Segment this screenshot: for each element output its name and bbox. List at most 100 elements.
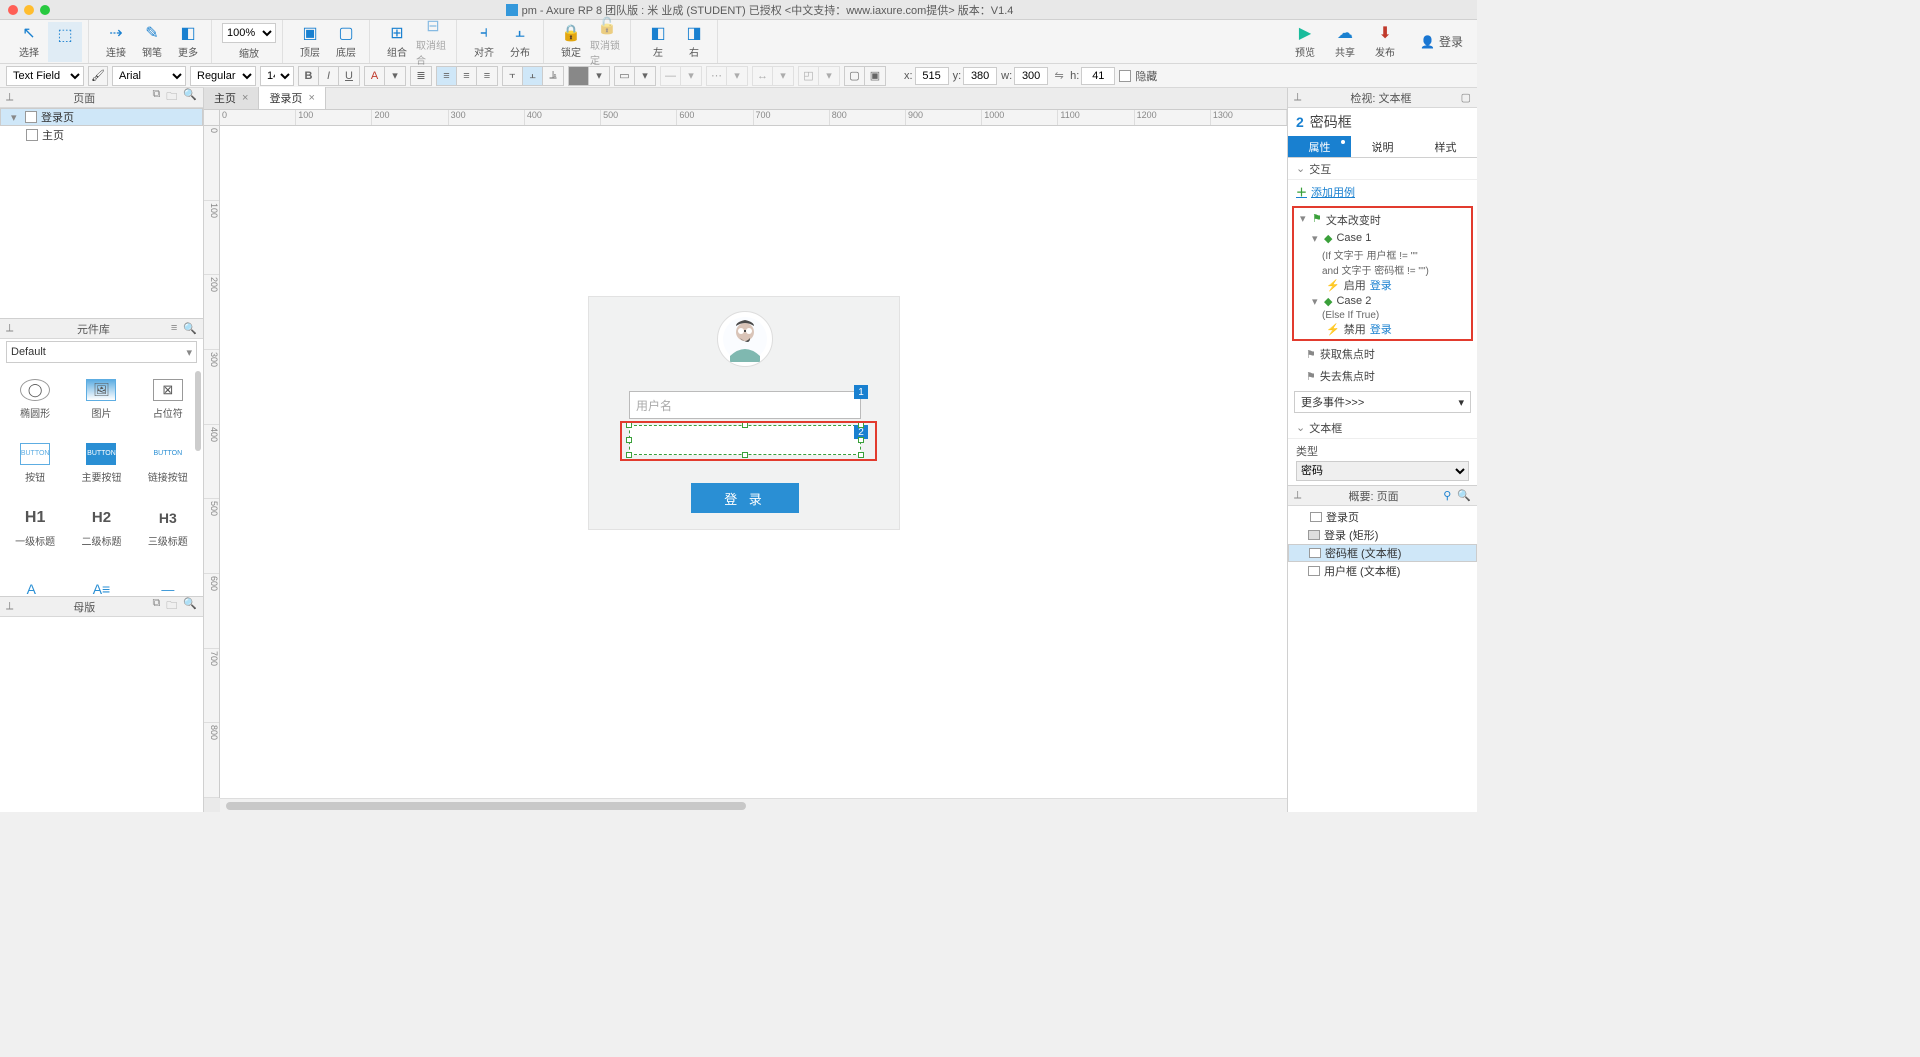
outline-root[interactable]: 登录页	[1288, 508, 1477, 526]
close-icon[interactable]: ×	[242, 92, 248, 104]
bold-button[interactable]: B	[299, 67, 319, 85]
corner-button[interactable]: ◰	[799, 67, 819, 85]
case-1-action[interactable]: ⚡启用登录	[1294, 277, 1471, 293]
widget-10[interactable]: A≡	[72, 563, 130, 596]
section-textfield[interactable]: ⌄文本框	[1288, 417, 1477, 439]
ungroup-button[interactable]: ⊟取消组合	[416, 22, 450, 62]
lock-ratio-icon[interactable]: ⇋	[1052, 69, 1066, 83]
page-icon[interactable]: ▢	[1461, 91, 1471, 104]
footnote-badge-1[interactable]: 1	[854, 385, 868, 399]
border-color-button[interactable]: ▭	[615, 67, 635, 85]
page-item-login[interactable]: ▾登录页	[0, 108, 203, 126]
align-center-text[interactable]: ≡	[457, 67, 477, 85]
w-input[interactable]	[1014, 67, 1048, 85]
align-bottom[interactable]: ⫡	[543, 67, 563, 85]
align-left-text[interactable]: ≡	[437, 67, 457, 85]
line-style-button[interactable]: ⋯	[707, 67, 727, 85]
tab-home[interactable]: 主页×	[204, 87, 259, 109]
outline-password[interactable]: 密码框 (文本框)	[1288, 544, 1477, 562]
page-item-home[interactable]: 主页	[0, 126, 203, 144]
add-case-link[interactable]: ＋添加用例	[1288, 180, 1477, 204]
share-button[interactable]: ☁共享	[1328, 22, 1362, 62]
bring-front-button[interactable]: ▣顶层	[293, 22, 327, 62]
widget-椭圆形[interactable]: ◯椭圆形	[6, 371, 64, 427]
align-top[interactable]: ⫟	[503, 67, 523, 85]
unlock-button[interactable]: 🔓取消锁定	[590, 22, 624, 62]
italic-button[interactable]: I	[319, 67, 339, 85]
group-button[interactable]: ⊞组合	[380, 22, 414, 62]
add-page-icon[interactable]: ⧉	[152, 88, 160, 107]
align-button[interactable]: ⫞对齐	[467, 22, 501, 62]
zoom-select[interactable]: 100%	[222, 23, 276, 43]
widget-占位符[interactable]: ⊠占位符	[139, 371, 197, 427]
widget-链接按钮[interactable]: BUTTON链接按钮	[139, 435, 197, 491]
widget-图片[interactable]: 🖼图片	[72, 371, 130, 427]
widget-一级标题[interactable]: H1一级标题	[6, 499, 64, 555]
font-weight-select[interactable]: Regular	[190, 66, 256, 86]
login-button[interactable]: 登 录	[691, 483, 799, 513]
tab-style[interactable]: 样式	[1414, 136, 1477, 157]
hidden-checkbox[interactable]	[1119, 70, 1131, 82]
search-icon[interactable]: 🔍	[183, 597, 197, 616]
shadow-in-button[interactable]: ▣	[865, 67, 885, 85]
tab-login[interactable]: 登录页×	[259, 87, 325, 109]
font-size-select[interactable]: 14	[260, 66, 294, 86]
tab-properties[interactable]: 属性	[1288, 136, 1351, 157]
widget-11[interactable]: —	[139, 563, 197, 596]
more-tools[interactable]: ◧更多	[171, 22, 205, 62]
canvas[interactable]: 用户名 1 2 登 录	[220, 126, 1287, 798]
widget-主要按钮[interactable]: BUTTON主要按钮	[72, 435, 130, 491]
menu-icon[interactable]: ≡	[171, 322, 177, 335]
align-middle[interactable]: ⫠	[523, 67, 543, 85]
scrollbar[interactable]	[195, 371, 201, 451]
more-events-dropdown[interactable]: 更多事件>>>▾	[1294, 391, 1471, 413]
section-interactions[interactable]: ⌄交互	[1288, 158, 1477, 180]
search-icon[interactable]: 🔍	[183, 322, 197, 335]
close-icon[interactable]: ×	[308, 92, 314, 104]
case-2-action[interactable]: ⚡禁用登录	[1294, 321, 1471, 337]
type-select[interactable]: 密码	[1296, 461, 1469, 481]
line-width-button[interactable]: —	[661, 67, 681, 85]
minimize-icon[interactable]	[24, 5, 34, 15]
style-painter-icon[interactable]: 🖌	[88, 66, 108, 86]
select-tool[interactable]: ↖选择	[12, 22, 46, 62]
filter-icon[interactable]: ⚲	[1443, 489, 1451, 502]
outline-username[interactable]: 用户框 (文本框)	[1288, 562, 1477, 580]
search-icon[interactable]: 🔍	[1457, 489, 1471, 502]
pin-icon[interactable]: ⟂	[6, 322, 16, 335]
text-color-button[interactable]: A	[365, 67, 385, 85]
pen-tool[interactable]: ✎钢笔	[135, 22, 169, 62]
fill-button[interactable]	[569, 67, 589, 85]
close-icon[interactable]	[8, 5, 18, 15]
widget-三级标题[interactable]: H3三级标题	[139, 499, 197, 555]
underline-button[interactable]: U	[339, 67, 359, 85]
case-2[interactable]: ▾◆Case 2	[1294, 293, 1471, 310]
outline-shape[interactable]: 登录 (矩形)	[1288, 526, 1477, 544]
align-left-button[interactable]: ◧左	[641, 22, 675, 62]
add-folder-icon[interactable]: 🗀	[166, 597, 177, 616]
username-field[interactable]: 用户名	[629, 391, 861, 419]
publish-button[interactable]: ⬇发布	[1368, 22, 1402, 62]
text-color-dropdown[interactable]: ▾	[385, 67, 405, 85]
pin-icon[interactable]: ⟂	[6, 600, 16, 613]
font-select[interactable]: Arial	[112, 66, 186, 86]
login-link[interactable]: 👤登录	[1420, 33, 1463, 50]
pin-icon[interactable]: ⟂	[6, 91, 16, 104]
case-1[interactable]: ▾◆Case 1	[1294, 230, 1471, 247]
y-input[interactable]	[963, 67, 997, 85]
lock-button[interactable]: 🔒锁定	[554, 22, 588, 62]
connect-tool[interactable]: ⇢连接	[99, 22, 133, 62]
widget-二级标题[interactable]: H2二级标题	[72, 499, 130, 555]
event-lost-focus[interactable]: ⚑失去焦点时	[1288, 365, 1477, 387]
pin-icon[interactable]: ⟂	[1294, 91, 1301, 104]
arrow-button[interactable]: ↔	[753, 67, 773, 85]
tab-notes[interactable]: 说明	[1351, 136, 1414, 157]
event-text-change[interactable]: ▾⚑文本改变时	[1294, 210, 1471, 230]
widget-按钮[interactable]: BUTTON按钮	[6, 435, 64, 491]
h-scrollbar[interactable]	[220, 798, 1287, 812]
scrollbar-thumb[interactable]	[226, 802, 746, 810]
x-input[interactable]	[915, 67, 949, 85]
fill-dropdown[interactable]: ▾	[589, 67, 609, 85]
select-contained-tool[interactable]: ⬚	[48, 22, 82, 62]
pin-icon[interactable]: ⟂	[1294, 489, 1304, 502]
